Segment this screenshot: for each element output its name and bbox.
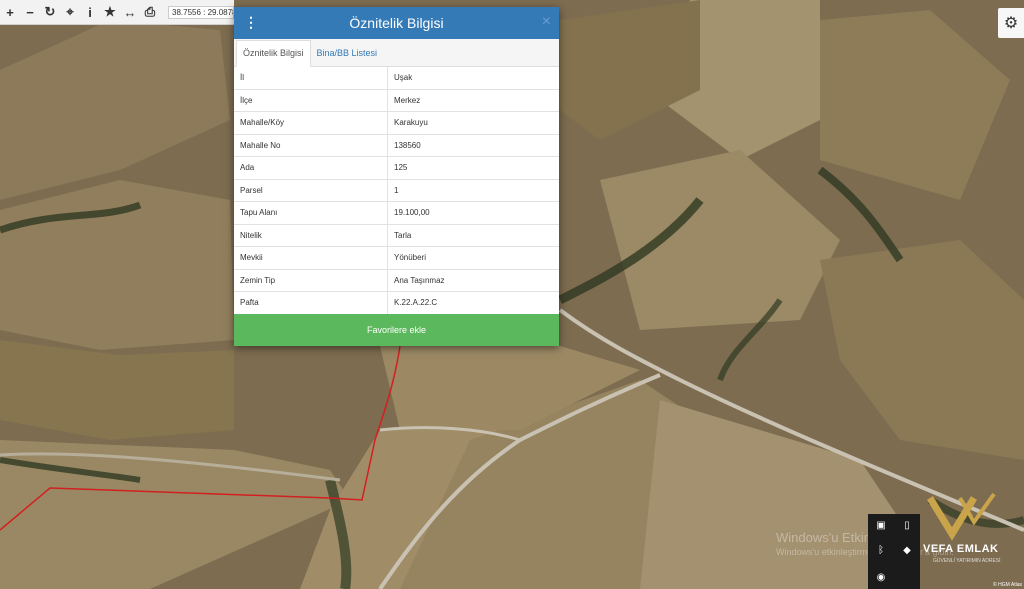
zoom-out-icon[interactable]: − xyxy=(20,1,40,23)
row-value: 125 xyxy=(387,156,559,180)
row-key: Parsel xyxy=(234,179,388,202)
dialog-tabs: Öznitelik Bilgisi Bina/BB Listesi xyxy=(234,39,559,67)
logo-tagline: GÜVENLİ YATIRIMIN ADRESİ xyxy=(933,558,1001,564)
add-to-favorites-button[interactable]: Favorilere ekle xyxy=(234,314,559,346)
attribute-table: İl Uşak İlçe Merkez Mahalle/Köy Karakuyu Ma… xyxy=(234,67,559,315)
gear-icon[interactable]: ⚙ xyxy=(998,8,1024,38)
info-icon[interactable]: i xyxy=(80,1,100,23)
row-value: 138560 xyxy=(387,134,559,157)
table-row: Mahalle/Köy Karakuyu xyxy=(234,111,559,135)
app-icon[interactable]: ▣ xyxy=(875,519,887,531)
refresh-icon[interactable]: ↻ xyxy=(40,1,60,23)
coordinate-readout: 38.7556 : 29.0878 xyxy=(168,5,234,19)
table-row: Nitelik Tarla xyxy=(234,224,559,247)
tray-popup: ▣ ▯ ᛒ ◆ ◉ xyxy=(868,514,920,589)
map-copyright: © HGM Atlas xyxy=(993,582,1022,588)
map-toolbar: + − ↻ ⌖ i ★ ↔ ⎙ 38.7556 : 29.0878 xyxy=(0,0,234,25)
logo-name: VEFA EMLAK xyxy=(923,543,999,555)
row-value: Merkez xyxy=(387,89,559,112)
menu-icon[interactable]: ⋮ xyxy=(244,14,258,31)
table-row: Zemin Tip Ana Taşınmaz xyxy=(234,269,559,292)
row-key: Mahalle/Köy xyxy=(234,111,388,135)
locate-icon[interactable]: ⌖ xyxy=(60,1,80,23)
table-row: Ada 125 xyxy=(234,156,559,180)
print-icon[interactable]: ⎙ xyxy=(140,1,160,23)
row-key: Pafta xyxy=(234,291,388,315)
row-value: Karakuyu xyxy=(387,111,559,135)
record-icon[interactable]: ◉ xyxy=(875,571,887,583)
logo xyxy=(916,484,1014,589)
usb-icon[interactable]: ▯ xyxy=(901,519,913,531)
favorite-icon[interactable]: ★ xyxy=(100,1,120,23)
table-row: Tapu Alanı 19.100,00 xyxy=(234,201,559,225)
measure-icon[interactable]: ↔ xyxy=(120,1,140,23)
row-value: Yönüberi xyxy=(387,246,559,270)
row-key: Ada xyxy=(234,156,388,180)
tab-attribute-info[interactable]: Öznitelik Bilgisi xyxy=(236,40,311,67)
row-value: K.22.A.22.C xyxy=(387,291,559,315)
dialog-header: ⋮ Öznitelik Bilgisi × xyxy=(234,7,559,39)
row-value: 19.100,00 xyxy=(387,201,559,225)
row-key: Nitelik xyxy=(234,224,388,247)
row-value: Uşak xyxy=(387,67,559,90)
bluetooth-icon[interactable]: ᛒ xyxy=(875,544,887,556)
row-value: 1 xyxy=(387,179,559,202)
row-key: Mahalle No xyxy=(234,134,388,157)
table-row: Mevkii Yönüberi xyxy=(234,246,559,270)
row-key: Zemin Tip xyxy=(234,269,388,292)
table-row: Mahalle No 138560 xyxy=(234,134,559,157)
zoom-in-icon[interactable]: + xyxy=(0,1,20,23)
attribute-dialog: ⋮ Öznitelik Bilgisi × Öznitelik Bilgisi … xyxy=(234,7,559,346)
row-key: Tapu Alanı xyxy=(234,201,388,225)
close-button[interactable]: × xyxy=(542,13,551,31)
row-key: İlçe xyxy=(234,89,388,112)
table-row: Parsel 1 xyxy=(234,179,559,202)
row-value: Tarla xyxy=(387,224,559,247)
tab-building-list[interactable]: Bina/BB Listesi xyxy=(311,41,384,66)
logo-mark-icon xyxy=(927,492,996,541)
row-key: Mevkii xyxy=(234,246,388,270)
row-key: İl xyxy=(234,67,388,90)
table-row: İl Uşak xyxy=(234,67,559,90)
table-row: Pafta K.22.A.22.C xyxy=(234,291,559,315)
network-icon[interactable]: ◆ xyxy=(901,544,913,556)
dialog-title: Öznitelik Bilgisi xyxy=(349,15,444,31)
table-row: İlçe Merkez xyxy=(234,89,559,112)
row-value: Ana Taşınmaz xyxy=(387,269,559,292)
